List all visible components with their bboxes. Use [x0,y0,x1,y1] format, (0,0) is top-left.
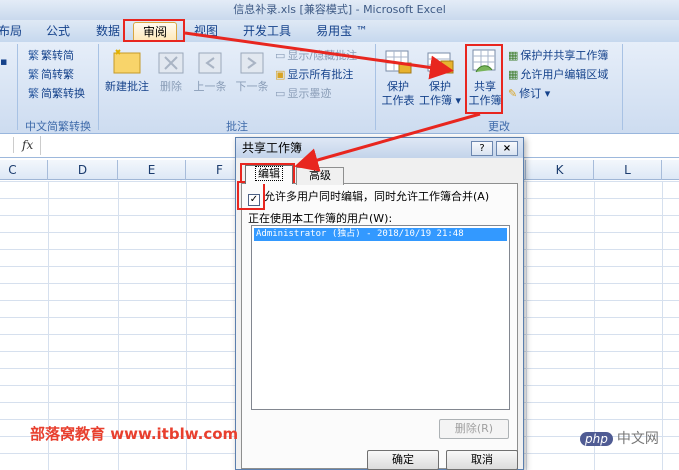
col-header[interactable]: D [48,160,118,180]
allow-edit-ranges-button[interactable]: ▦ 允许用户编辑区域 [508,67,608,83]
multi-user-edit-label: 允许多用户同时编辑，同时允许工作簿合并(A) [264,190,490,203]
multi-user-edit-option[interactable]: ✓ 允许多用户同时编辑，同时允许工作簿合并(A) [248,189,490,206]
share-workbook-dialog: 共享工作簿 ? × 编辑 高级 ✓ 允许多用户同时编辑，同时允许工作簿合并(A) … [235,137,524,470]
allow-edit-icon: ▦ [508,68,519,81]
to-simplified-button[interactable]: 繁繁转简 [28,48,74,64]
col-header[interactable]: K [526,160,594,180]
show-ink-button[interactable]: ▭ 显示墨迹 [275,86,331,102]
protect-sheet-button[interactable]: 保护 工作表 [378,48,418,108]
protect-workbook-icon [427,52,454,74]
ribbon: ▪ 繁繁转简 繁简转繁 繁简繁转换 中文简繁转换 新建批注 删除 上一条 下一条… [0,42,679,134]
show-all-comments-button[interactable]: ▣ 显示所有批注 [275,67,353,83]
help-button[interactable]: ? [471,141,493,156]
group-comments-title: 批注 [226,120,248,133]
user-list-item[interactable]: Administrator (独占) - 2018/10/19 21:48 [254,228,507,241]
col-header[interactable]: C [0,160,48,180]
delete-comment-button[interactable]: 删除 [155,48,187,94]
show-hide-comment-button[interactable]: ▭ 显示/隐藏批注 [275,48,357,64]
to-traditional-button[interactable]: 繁简转繁 [28,67,74,83]
tab-developer[interactable]: 开发工具 [236,22,298,41]
simplified-icon: 繁 [28,49,39,62]
left-partial-icon: ▪ [0,55,8,68]
prev-comment-button[interactable]: 上一条 [190,48,230,94]
close-button[interactable]: × [496,141,518,156]
annotation-box-checkbox [237,181,265,210]
new-comment-button[interactable]: 新建批注 [102,48,152,94]
comment-icon: ▭ [275,49,286,62]
php-watermark: php 中文网 [580,428,659,448]
cancel-button[interactable]: 取消 [446,450,518,470]
users-label: 正在使用本工作簿的用户(W): [248,212,393,225]
protect-workbook-button[interactable]: 保护 工作簿 ▾ [418,48,462,108]
track-dropdown-icon: ▾ [541,87,551,100]
group-convert-title: 中文简繁转换 [25,120,91,133]
name-box[interactable] [0,137,14,153]
tab-easyuse[interactable]: 易用宝 ™ [313,22,371,41]
convert-icon: 繁 [28,87,39,100]
remove-user-button[interactable]: 删除(R) [439,419,509,439]
ribbon-tabs: 布局 公式 数据 审阅 视图 开发工具 易用宝 ™ [0,20,679,42]
tab-layout[interactable]: 布局 [0,22,24,41]
col-header[interactable]: L [594,160,662,180]
annotation-box-share-button [465,44,503,114]
window-title-bar: 信息补录.xls [兼容模式] - Microsoft Excel [0,0,679,20]
tab-formulas[interactable]: 公式 [40,22,76,41]
new-comment-icon [113,49,141,74]
dropdown-icon: ▾ [451,94,462,107]
track-changes-icon: ✎ [508,87,518,100]
traditional-icon: 繁 [28,68,39,81]
next-comment-button[interactable]: 下一条 [232,48,272,94]
track-changes-button[interactable]: ✎ 修订 ▾ [508,86,550,102]
prev-arrow-icon [198,52,222,74]
col-header[interactable]: E [118,160,186,180]
protect-workbook-label: 工作簿 ▾ [418,94,462,107]
fx-icon[interactable]: fx [22,138,33,152]
convert-button[interactable]: 繁简繁转换 [28,86,85,102]
tab-view[interactable]: 视图 [188,22,224,41]
protect-share-button[interactable]: ▦ 保护并共享工作簿 [508,48,608,64]
tab-advanced[interactable]: 高级 [296,167,344,185]
php-logo-icon: php [580,432,613,446]
protect-share-icon: ▦ [508,49,519,62]
watermark-text: 部落窝教育 www.itblw.com [30,425,239,443]
annotation-box-review-tab [123,19,185,42]
protect-sheet-icon [385,50,412,74]
ink-icon: ▭ [275,87,286,100]
group-changes-title: 更改 [488,120,510,133]
ok-button[interactable]: 确定 [367,450,439,470]
tab-data[interactable]: 数据 [90,22,126,41]
delete-comment-icon [158,52,184,74]
users-list[interactable]: Administrator (独占) - 2018/10/19 21:48 [251,225,510,410]
next-arrow-icon [240,52,264,74]
comments-icon: ▣ [275,68,286,81]
tab-edit[interactable]: 编辑 [245,165,293,184]
window-title: 信息补录.xls [兼容模式] - Microsoft Excel [233,3,446,16]
